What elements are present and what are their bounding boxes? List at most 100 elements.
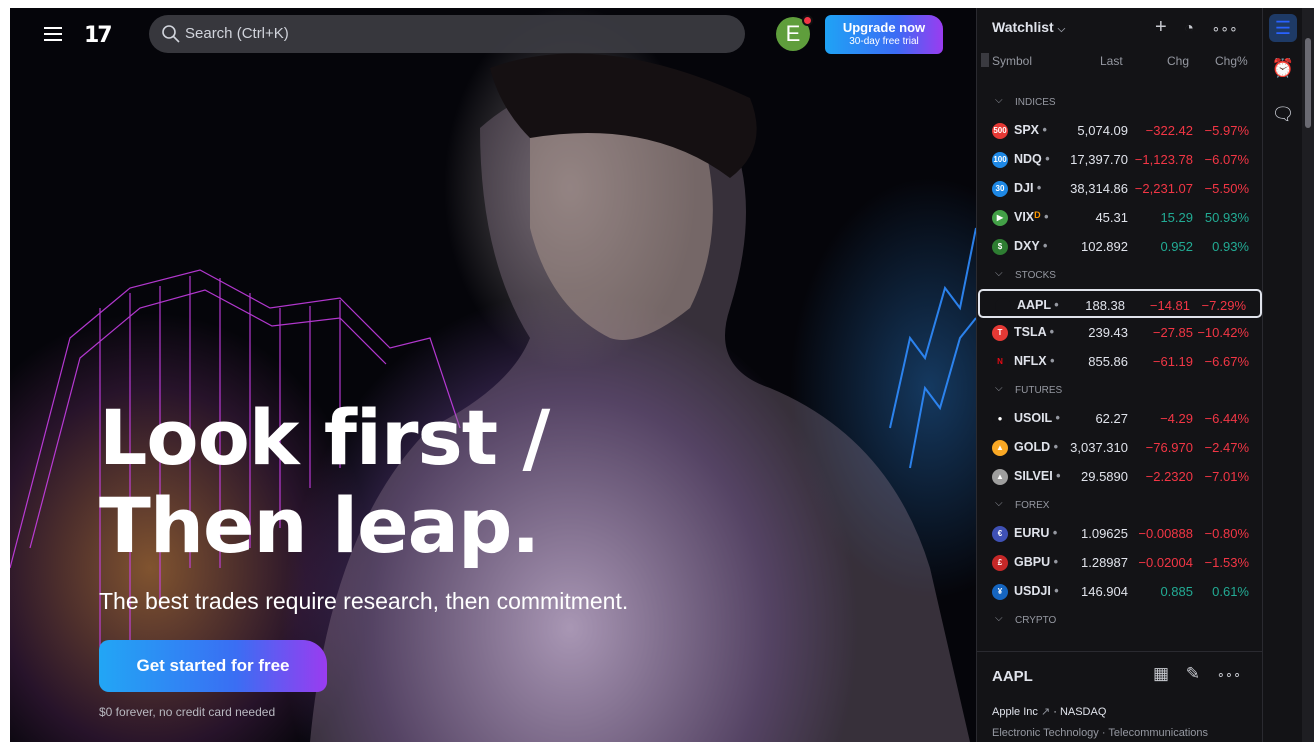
row-change: −27.85 [1152,325,1193,340]
row-last: 38,314.86 [1070,181,1128,196]
watchlist-row-dji[interactable]: 30 DJI • 38,314.86 −2,231.07 −5.50% [977,174,1263,203]
column-symbol[interactable]: Symbol [992,54,1032,68]
usdji-logo-icon: ¥ [992,584,1008,600]
euru-logo-icon: € [992,526,1008,542]
market-status-dot: • [1052,469,1061,483]
watchlist-row-tsla[interactable]: T TSLA • 239.43 −27.85 −10.42% [977,318,1263,347]
row-last: 62.27 [1095,411,1128,426]
row-change-percent: 0.61% [1212,584,1249,599]
market-status-dot: • [1040,210,1049,224]
chat-icon[interactable]: 🗨 [1269,100,1297,128]
row-last: 855.86 [1088,354,1128,369]
row-symbol: SPX • [1014,123,1047,137]
row-change: −4.29 [1160,411,1193,426]
search-icon [162,25,180,43]
row-change: 0.952 [1160,239,1193,254]
row-last: 146.904 [1081,584,1128,599]
watchlist-row-usdji[interactable]: ¥ USDJI • 146.904 0.885 0.61% [977,577,1263,606]
scrollbar-thumb[interactable] [1305,38,1311,128]
row-symbol: USOIL • [1014,411,1060,425]
watchlist-row-vix[interactable]: ▶ VIXD • 45.31 15.29 50.93% [977,203,1263,232]
notification-dot [802,15,813,26]
edit-icon[interactable]: ✎ [1186,664,1200,683]
menu-icon[interactable] [44,27,62,41]
watchlist-toolbar: + ◔ ∘∘∘ [1155,16,1250,39]
chevron-down-icon: ⌵ [995,268,1003,279]
section-label: CRYPTO [1015,615,1057,626]
section-header-crypto[interactable]: ⌵ CRYPTO [977,606,1263,634]
row-symbol: AAPL • [1017,298,1059,312]
row-change: 0.885 [1160,584,1193,599]
column-resize-handle[interactable] [981,53,989,67]
dxy-logo-icon: $ [992,239,1008,255]
column-chg[interactable]: Chg [1167,54,1189,68]
watchlist-row-dxy[interactable]: $ DXY • 102.892 0.952 0.93% [977,232,1263,261]
avatar[interactable]: E [776,15,813,51]
upgrade-button[interactable]: Upgrade now 30-day free trial [825,15,943,54]
watchlist-header: Watchlist ⌵ + ◔ ∘∘∘ [977,8,1263,48]
tradingview-logo[interactable]: 17 [84,23,113,48]
row-change-percent: −6.07% [1204,152,1249,167]
watchlist-row-usoil[interactable]: ● USOIL • 62.27 −4.29 −6.44% [977,404,1263,433]
sector-name[interactable]: Electronic Technology [992,727,1099,739]
section-header-indices[interactable]: ⌵ INDICES [977,88,1263,116]
pie-chart-icon[interactable]: ◔ [1184,20,1194,38]
section-header-stocks[interactable]: ⌵ STOCKS [977,261,1263,289]
symbol-text: AAPL [1017,298,1051,312]
avatar-letter: E [785,21,801,46]
page-scrollbar[interactable] [1302,8,1314,742]
plus-icon[interactable]: + [1155,16,1167,39]
row-change-percent: −10.42% [1197,325,1249,340]
row-symbol: GOLD • [1014,440,1058,454]
watchlist-row-spx[interactable]: 500 SPX • 5,074.09 −322.42 −5.97% [977,116,1263,145]
watchlist-row-gold[interactable]: ▲ GOLD • 3,037.310 −76.970 −2.47% [977,433,1263,462]
section-label: FUTURES [1015,385,1063,396]
alarm-clock-icon[interactable]: ⏰ [1269,54,1297,82]
company-name[interactable]: Apple Inc [992,706,1038,718]
watchlist-row-gbpu[interactable]: £ GBPU • 1.28987 −0.02004 −1.53% [977,548,1263,577]
row-change-percent: −7.01% [1204,469,1249,484]
row-change: −322.42 [1145,123,1193,138]
chevron-down-icon: ⌵ [995,383,1003,394]
silvei-logo-icon: ▲ [992,469,1008,485]
app-window: 17 Search (Ctrl+K) E Upgrade now 30-day … [10,8,1314,742]
watchlist-row-silvei[interactable]: ▲ SILVEI • 29.5890 −2.2320 −7.01% [977,462,1263,491]
row-symbol: TSLA • [1014,325,1054,339]
section-header-futures[interactable]: ⌵ FUTURES [977,376,1263,404]
symbol-text: VIX [1014,210,1035,224]
symbol-text: EURU [1014,526,1050,540]
more-dots-icon[interactable]: ∘∘∘ [1217,667,1241,682]
symbol-text: NDQ [1014,152,1042,166]
watchlist-row-euru[interactable]: € EURU • 1.09625 −0.00888 −0.80% [977,519,1263,548]
market-status-dot: • [1050,440,1058,454]
detail-toolbar: ▦ ✎ ∘∘∘ [1153,664,1253,684]
more-dots-icon[interactable]: ∘∘∘ [1211,20,1237,37]
watchlist-title-dropdown[interactable]: Watchlist ⌵ [992,19,1065,35]
chevron-down-icon: ⌵ [1057,24,1066,35]
row-change: −0.00888 [1138,526,1193,541]
hero-background-art [10,53,976,742]
dji-logo-icon: 30 [992,181,1008,197]
grid-icon[interactable]: ▦ [1153,664,1169,683]
watchlist-row-aapl[interactable]: AAPL • 188.38 −14.81 −7.29% [978,289,1262,318]
exchange-name: NASDAQ [1059,706,1107,718]
section-header-forex[interactable]: ⌵ FOREX [977,491,1263,519]
detail-symbol[interactable]: AAPL [992,668,1033,685]
watchlist-row-nflx[interactable]: N NFLX • 855.86 −61.19 −6.67% [977,347,1263,376]
hero-section: 17 Search (Ctrl+K) E Upgrade now 30-day … [10,8,976,742]
search-input[interactable]: Search (Ctrl+K) [149,15,745,53]
nflx-logo-icon: N [992,354,1008,370]
gbpu-logo-icon: £ [992,555,1008,571]
watchlist-row-ndq[interactable]: 100 NDQ • 17,397.70 −1,123.78 −6.07% [977,145,1263,174]
market-status-dot: • [1050,584,1059,598]
symbol-text: GBPU [1014,555,1051,569]
get-started-button[interactable]: Get started for free [99,640,327,692]
external-link-icon[interactable]: ↗ [1041,706,1050,718]
column-last[interactable]: Last [1100,54,1123,68]
headline-line-1: Look first / [99,393,550,482]
row-symbol: USDJI • [1014,584,1059,598]
usoil-logo-icon: ● [992,411,1008,427]
column-chg-percent[interactable]: Chg% [1215,54,1248,68]
symbol-text: DXY [1014,239,1040,253]
watchlist-icon[interactable]: ☰ [1269,14,1297,42]
